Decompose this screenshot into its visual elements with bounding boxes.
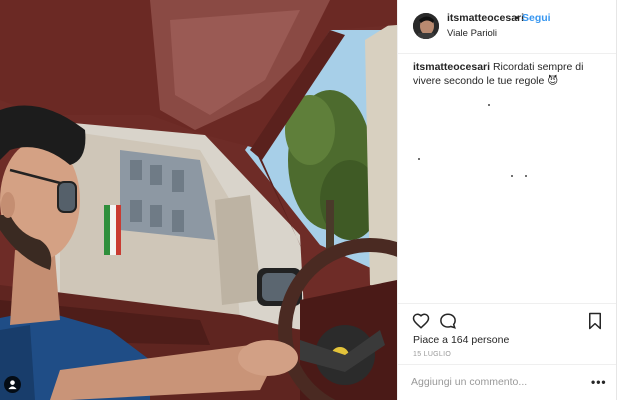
avatar[interactable] — [413, 13, 439, 39]
artifact-dot — [525, 175, 527, 177]
header-separator: • — [515, 12, 519, 24]
username-link[interactable]: itsmatteocesari — [447, 12, 524, 24]
follow-button[interactable]: Segui — [522, 12, 551, 24]
action-bar — [398, 303, 616, 334]
artifact-dot — [511, 175, 513, 177]
person-icon — [8, 380, 17, 390]
post-date[interactable]: 15 LUGLIO — [413, 351, 451, 358]
comment-bar: ••• — [398, 364, 616, 401]
caption-username[interactable]: itsmatteocesari — [413, 61, 490, 73]
car-interior-image — [0, 0, 397, 400]
instagram-post: itsmatteocesari • Segui Viale Parioli it… — [0, 0, 618, 400]
post-side-panel: itsmatteocesari • Segui Viale Parioli it… — [397, 0, 617, 400]
artifact-dot — [488, 104, 490, 106]
location-link[interactable]: Viale Parioli — [447, 28, 497, 39]
caption: itsmatteocesari Ricordati sempre di vive… — [413, 60, 603, 88]
caption-emoji: 😈 — [547, 75, 559, 87]
post-header: itsmatteocesari • Segui Viale Parioli — [398, 0, 616, 54]
heart-icon[interactable] — [412, 312, 430, 330]
likes-count[interactable]: Piace a 164 persone — [413, 334, 509, 346]
post-photo[interactable] — [0, 0, 397, 400]
bookmark-icon[interactable] — [586, 312, 604, 330]
comment-icon[interactable] — [439, 312, 457, 330]
comment-input[interactable] — [411, 373, 581, 391]
more-options-button[interactable]: ••• — [591, 375, 607, 389]
user-tag-icon[interactable] — [4, 376, 21, 393]
artifact-dot — [418, 158, 420, 160]
avatar-image — [413, 13, 439, 39]
